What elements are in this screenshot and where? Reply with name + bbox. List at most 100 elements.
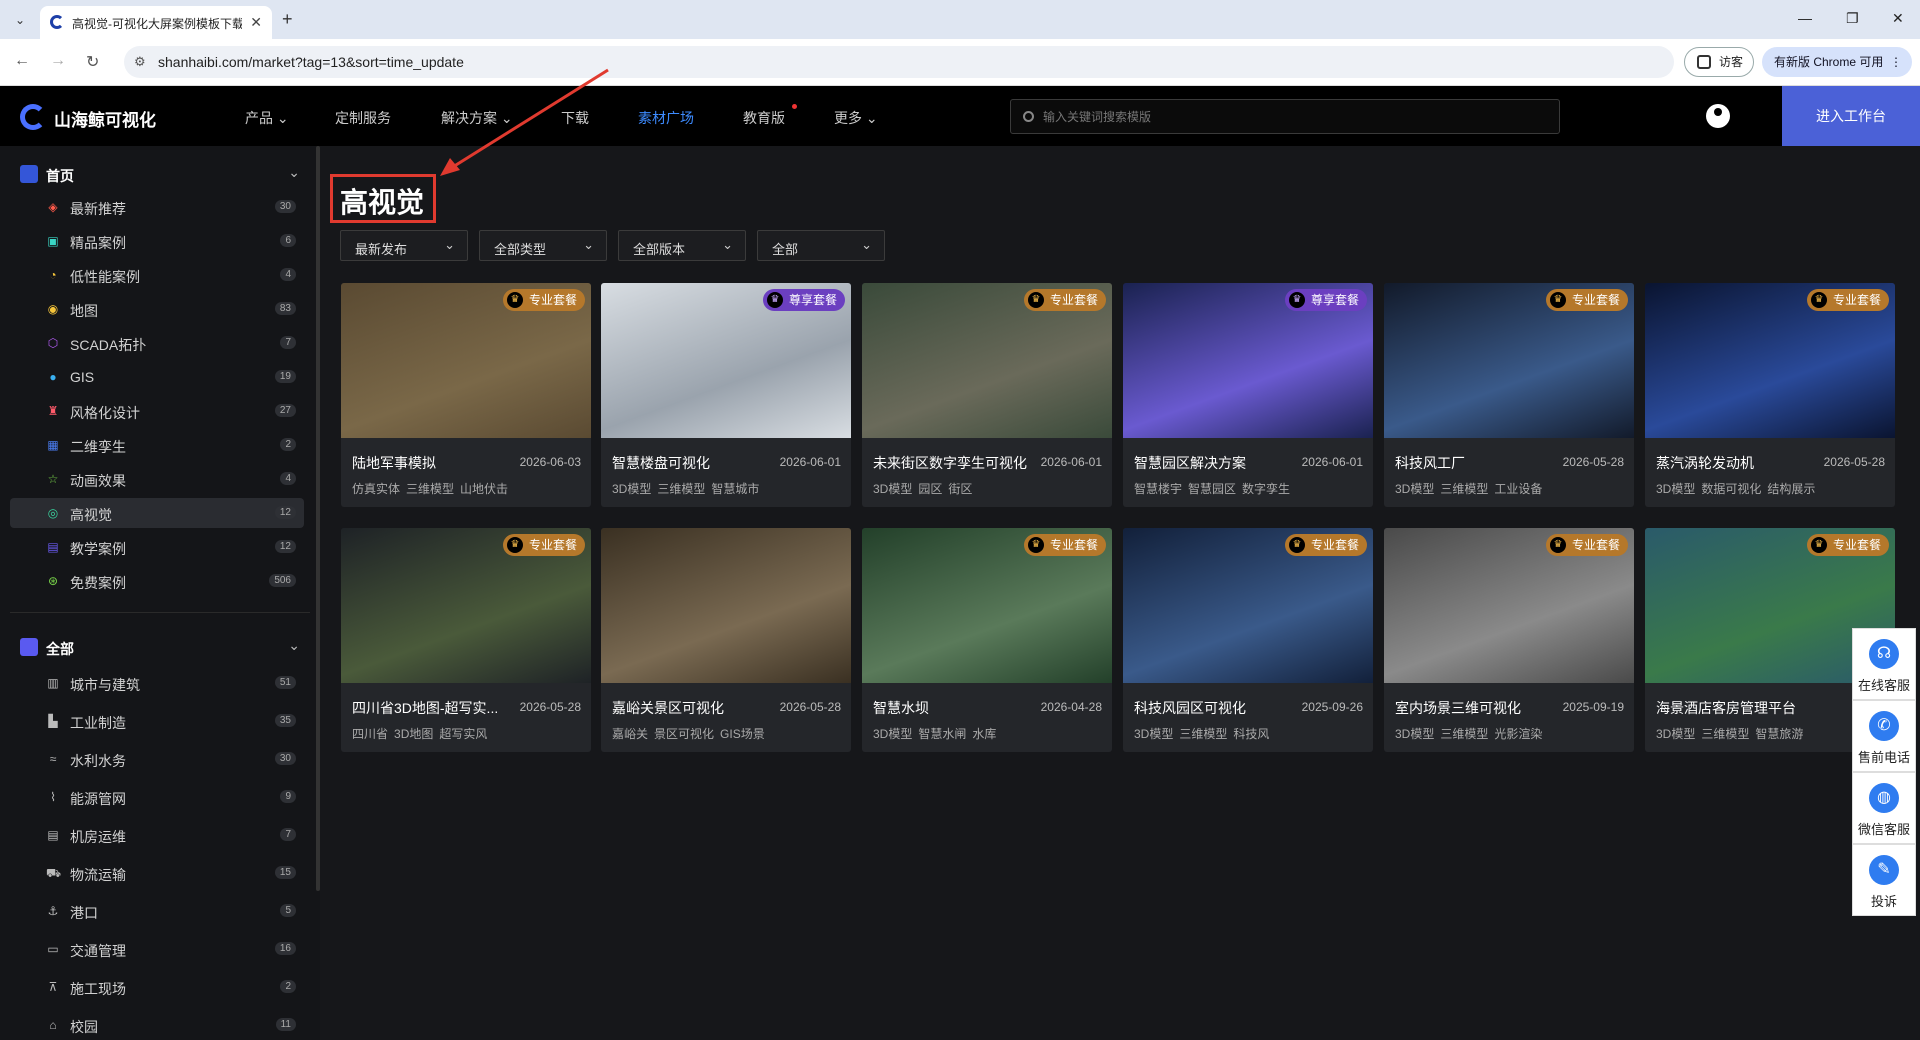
user-avatar-icon[interactable] [1706,104,1730,128]
template-card[interactable]: ♛ 专业套餐 蒸汽涡轮发动机 2026-05-28 3D模型 数据可视化 结构展示 [1645,283,1895,507]
tab-search-button[interactable]: ⌄ [8,8,32,32]
chevron-up-icon[interactable]: ⌄ [288,637,300,654]
card-title[interactable]: 未来街区数字孪生可视化 [873,453,1033,473]
tag[interactable]: 科技风 [1233,727,1269,741]
sidebar-item[interactable]: ⚓ 港口 5 [10,896,304,926]
tag[interactable]: 嘉峪关 [612,727,648,741]
tag[interactable]: 三维模型 [1179,727,1227,741]
tag[interactable]: 超写实风 [439,727,487,741]
close-tab-icon[interactable]: ✕ [250,14,262,31]
sidebar-item[interactable]: ⌇ 能源管网 9 [10,782,304,812]
card-title[interactable]: 陆地军事模拟 [352,453,512,473]
template-card[interactable]: ♛ 专业套餐 未来街区数字孪生可视化 2026-06-01 3D模型 园区 街区 [862,283,1112,507]
template-thumbnail[interactable] [601,528,851,683]
tag[interactable]: 智慧旅游 [1755,727,1803,741]
tag[interactable]: 3D模型 [1395,482,1434,496]
sidebar-item[interactable]: ▣ 精品案例 6 [10,226,304,256]
nav-solutions[interactable]: 解决方案 ⌄ [441,108,513,128]
tag[interactable]: 智慧水闸 [918,727,966,741]
template-card[interactable]: ♛ 尊享套餐 智慧园区解决方案 2026-06-01 智慧楼宇 智慧园区 数字孪生 [1123,283,1373,507]
sidebar-item[interactable]: ⌂ 校园 11 [10,1010,304,1040]
card-title[interactable]: 嘉峪关景区可视化 [612,698,772,718]
sidebar-item[interactable]: ▦ 二维孪生 2 [10,430,304,460]
card-title[interactable]: 科技风园区可视化 [1134,698,1294,718]
search-input[interactable] [1043,100,1543,133]
sidebar-item[interactable]: ⊛ 免费案例 506 [10,566,304,596]
type-filter-dropdown[interactable]: 全部类型 ⌄ [479,230,607,261]
sidebar-scrollbar[interactable] [316,146,320,891]
tag[interactable]: 园区 [918,482,942,496]
sort-filter-dropdown[interactable]: 最新发布 ⌄ [340,230,468,261]
sidebar-item[interactable]: ● GIS 19 [10,362,304,392]
card-title[interactable]: 智慧楼盘可视化 [612,453,772,473]
nav-material-market[interactable]: 素材广场 [638,108,694,128]
sidebar-item[interactable]: ▥ 城市与建筑 51 [10,668,304,698]
nav-download[interactable]: 下载 [561,108,589,128]
restore-button[interactable]: ❐ [1846,10,1859,27]
url-field[interactable]: ⚙ shanhaibi.com/market?tag=13&sort=time_… [124,46,1674,78]
tag[interactable]: 3D模型 [1656,482,1695,496]
new-tab-button[interactable]: + [282,9,293,30]
sidebar-item[interactable]: ◎ 高视觉 12 [10,498,304,528]
sidebar-item[interactable]: ♜ 风格化设计 27 [10,396,304,426]
tag[interactable]: 智慧楼宇 [1134,482,1182,496]
reload-icon[interactable]: ↻ [86,52,99,72]
back-icon[interactable]: ← [14,52,30,70]
template-card[interactable]: ♛ 专业套餐 四川省3D地图-超写实... 2026-05-28 四川省 3D地图 超写实风 [341,528,591,752]
version-filter-dropdown[interactable]: 全部版本 ⌄ [618,230,746,261]
template-search[interactable] [1010,99,1560,134]
tag[interactable]: 3D模型 [1395,727,1434,741]
tag[interactable]: 三维模型 [1701,727,1749,741]
sidebar-item[interactable]: ▤ 教学案例 12 [10,532,304,562]
tag[interactable]: 三维模型 [1440,482,1488,496]
minimize-button[interactable]: — [1798,10,1812,26]
sidebar-item[interactable]: ▙ 工业制造 35 [10,706,304,736]
tag[interactable]: 智慧园区 [1188,482,1236,496]
card-title[interactable]: 蒸汽涡轮发动机 [1656,453,1816,473]
template-card[interactable]: ♛ 尊享套餐 智慧楼盘可视化 2026-06-01 3D模型 三维模型 智慧城市 [601,283,851,507]
all-filter-dropdown[interactable]: 全部 ⌄ [757,230,885,261]
tag[interactable]: 山地伏击 [460,482,508,496]
template-card[interactable]: ♛ 专业套餐 科技风工厂 2026-05-28 3D模型 三维模型 工业设备 [1384,283,1634,507]
tag[interactable]: 3D模型 [1134,727,1173,741]
brand-logo-icon[interactable] [20,104,46,130]
template-card[interactable]: ♛ 专业套餐 科技风园区可视化 2025-09-26 3D模型 三维模型 科技风 [1123,528,1373,752]
nav-product[interactable]: 产品 ⌄ [245,108,289,128]
tag[interactable]: 数字孪生 [1242,482,1290,496]
nav-custom-service[interactable]: 定制服务 [335,108,391,128]
card-title[interactable]: 海景酒店客房管理平台 [1656,698,1816,718]
tag[interactable]: 3D模型 [873,727,912,741]
tag[interactable]: 智慧城市 [711,482,759,496]
enter-workspace-button[interactable]: 进入工作台 [1782,86,1920,146]
tag[interactable]: 结构展示 [1767,482,1815,496]
tag[interactable]: GIS场景 [720,727,765,741]
sidebar-item[interactable]: ◉ 地图 83 [10,294,304,324]
sidebar-item[interactable]: ⬡ SCADA拓扑 7 [10,328,304,358]
sidebar-item[interactable]: ⊼ 施工现场 2 [10,972,304,1002]
nav-more[interactable]: 更多 ⌄ [834,108,878,128]
chevron-up-icon[interactable]: ⌄ [288,164,300,181]
tag[interactable]: 光影渲染 [1494,727,1542,741]
template-card[interactable]: ♛ 专业套餐 陆地军事模拟 2026-06-03 仿真实体 三维模型 山地伏击 [341,283,591,507]
card-title[interactable]: 科技风工厂 [1395,453,1555,473]
tag[interactable]: 3D模型 [612,482,651,496]
sidebar-item[interactable]: ▤ 机房运维 7 [10,820,304,850]
forward-icon[interactable]: → [50,52,66,70]
tag[interactable]: 水库 [972,727,996,741]
sidebar-item[interactable]: ≈ 水利水务 30 [10,744,304,774]
online-service-button[interactable]: ☊ 在线客服 [1852,628,1916,700]
brand-name[interactable]: 山海鲸可视化 [54,106,156,131]
card-title[interactable]: 四川省3D地图-超写实... [352,698,512,718]
nav-education[interactable]: 教育版 [743,108,785,128]
tag[interactable]: 街区 [948,482,972,496]
more-menu-icon[interactable]: ⋮ [1890,47,1902,77]
sidebar-item[interactable]: ⛟ 物流运输 15 [10,858,304,888]
chrome-update-button[interactable]: 有新版 Chrome 可用 ⋮ [1762,47,1912,77]
tag[interactable]: 三维模型 [406,482,454,496]
card-title[interactable]: 智慧水坝 [873,698,1033,718]
complaint-button[interactable]: ✎ 投诉 [1852,844,1916,916]
browser-tab[interactable]: 高视觉-可视化大屏案例模板下载 ✕ [40,6,272,39]
tag[interactable]: 数据可视化 [1701,482,1761,496]
sidebar-section-home[interactable]: 首页 ⌄ [20,162,300,186]
site-info-icon[interactable]: ⚙ [134,54,146,70]
